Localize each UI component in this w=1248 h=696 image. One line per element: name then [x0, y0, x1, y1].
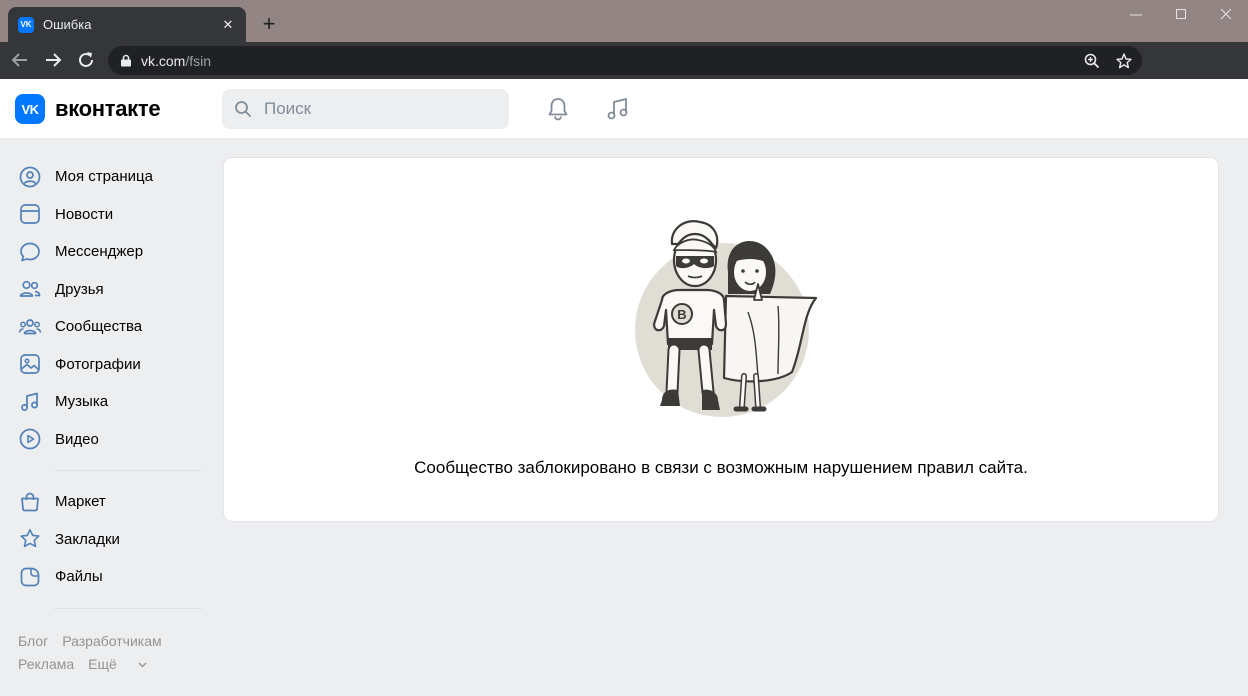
sidebar-item-photos[interactable]: Фотографии [14, 346, 206, 384]
sidebar-item-friends[interactable]: Друзья [14, 271, 206, 309]
close-window-icon[interactable] [1214, 5, 1238, 25]
message-icon [20, 242, 40, 262]
blocked-message: Сообщество заблокировано в связи с возмо… [414, 458, 1028, 477]
sidebar-item-label: Музыка [55, 393, 109, 411]
sidebar-item-label: Фотографии [55, 355, 141, 373]
chevron-down-icon [138, 662, 147, 668]
footer-more-label: Ещё [88, 656, 117, 672]
svg-text:B: B [677, 307, 686, 322]
search-icon [235, 101, 251, 117]
sidebar-item-label: Моя страница [55, 168, 153, 186]
video-icon [19, 428, 41, 450]
file-icon [20, 567, 40, 587]
reload-icon[interactable] [74, 48, 98, 72]
url-text: vk.com/fsin [141, 53, 211, 69]
sidebar-item-label: Друзья [55, 280, 104, 298]
vk-header: VK вконтакте [0, 79, 1248, 139]
sidebar-item-market[interactable]: Маркет [14, 483, 206, 521]
vk-favicon-icon: VK [18, 16, 34, 33]
search-input[interactable] [264, 89, 494, 129]
market-icon [21, 492, 39, 512]
sidebar-divider [54, 470, 202, 471]
new-tab-button[interactable]: + [256, 12, 282, 38]
sidebar-item-communities[interactable]: Сообщества [14, 308, 206, 346]
sidebar-item-files[interactable]: Файлы [14, 558, 206, 596]
browser-tab-bar: VK Ошибка ✕ + [0, 0, 1248, 42]
url-path: /fsin [185, 53, 212, 69]
zoom-icon[interactable] [1083, 52, 1101, 70]
search-box[interactable] [222, 89, 509, 129]
sidebar-item-messenger[interactable]: Мессенджер [14, 233, 206, 271]
minimize-icon[interactable] [1124, 5, 1148, 25]
sidebar-item-label: Новости [55, 205, 114, 223]
photo-icon [20, 354, 40, 375]
sidebar-item-video[interactable]: Видео [14, 421, 206, 459]
address-bar[interactable]: vk.com/fsin [108, 46, 1142, 75]
sidebar-item-music[interactable]: Музыка [14, 383, 206, 421]
close-tab-icon[interactable]: ✕ [220, 17, 236, 33]
maximize-icon[interactable] [1169, 5, 1193, 25]
bookmark-icon [20, 529, 40, 548]
sidebar-item-label: Закладки [55, 530, 120, 548]
music-note-icon [21, 392, 38, 411]
bell-icon[interactable] [543, 94, 573, 124]
vk-logo-text: вконтакте [55, 96, 161, 121]
footer-more-button[interactable]: Ещё [88, 656, 147, 672]
back-icon[interactable] [8, 48, 32, 72]
footer-link-blog[interactable]: Блог [18, 633, 48, 649]
communities-icon [18, 318, 42, 335]
sidebar-item-label: Маркет [55, 493, 106, 511]
error-card: B Сообщество заблокировано в связи с воз… [224, 158, 1218, 521]
lock-icon [121, 54, 131, 67]
browser-tab[interactable]: VK Ошибка ✕ [8, 7, 246, 42]
sidebar-footer: Блог Разработчикам Реклама Ещё [18, 630, 218, 676]
sidebar-item-news[interactable]: Новости [14, 196, 206, 234]
sidebar-item-label: Мессенджер [55, 243, 144, 261]
friends-icon [19, 281, 41, 298]
vk-logo-icon: VK [15, 94, 45, 124]
left-sidebar: Моя страница Новости Мессенджер Друзья С… [14, 158, 206, 621]
url-host: vk.com [141, 53, 186, 69]
footer-link-developers[interactable]: Разработчикам [62, 633, 161, 649]
vk-logo[interactable]: VK вконтакте [15, 94, 161, 124]
sidebar-item-label: Файлы [55, 568, 103, 586]
star-bookmark-icon[interactable] [1115, 52, 1133, 70]
footer-link-ads[interactable]: Реклама [18, 656, 74, 672]
sidebar-item-label: Сообщества [55, 318, 143, 336]
sidebar-item-my-page[interactable]: Моя страница [14, 158, 206, 196]
browser-toolbar: vk.com/fsin [0, 42, 1248, 79]
sidebar-divider [54, 607, 202, 609]
forward-icon[interactable] [41, 48, 65, 72]
sidebar-item-bookmarks[interactable]: Закладки [14, 521, 206, 559]
sidebar-item-label: Видео [55, 430, 99, 448]
tab-title: Ошибка [43, 17, 92, 32]
music-icon[interactable] [603, 94, 633, 124]
news-icon [20, 204, 40, 225]
blocked-community-illustration: B [635, 220, 818, 417]
user-circle-icon [19, 166, 41, 188]
